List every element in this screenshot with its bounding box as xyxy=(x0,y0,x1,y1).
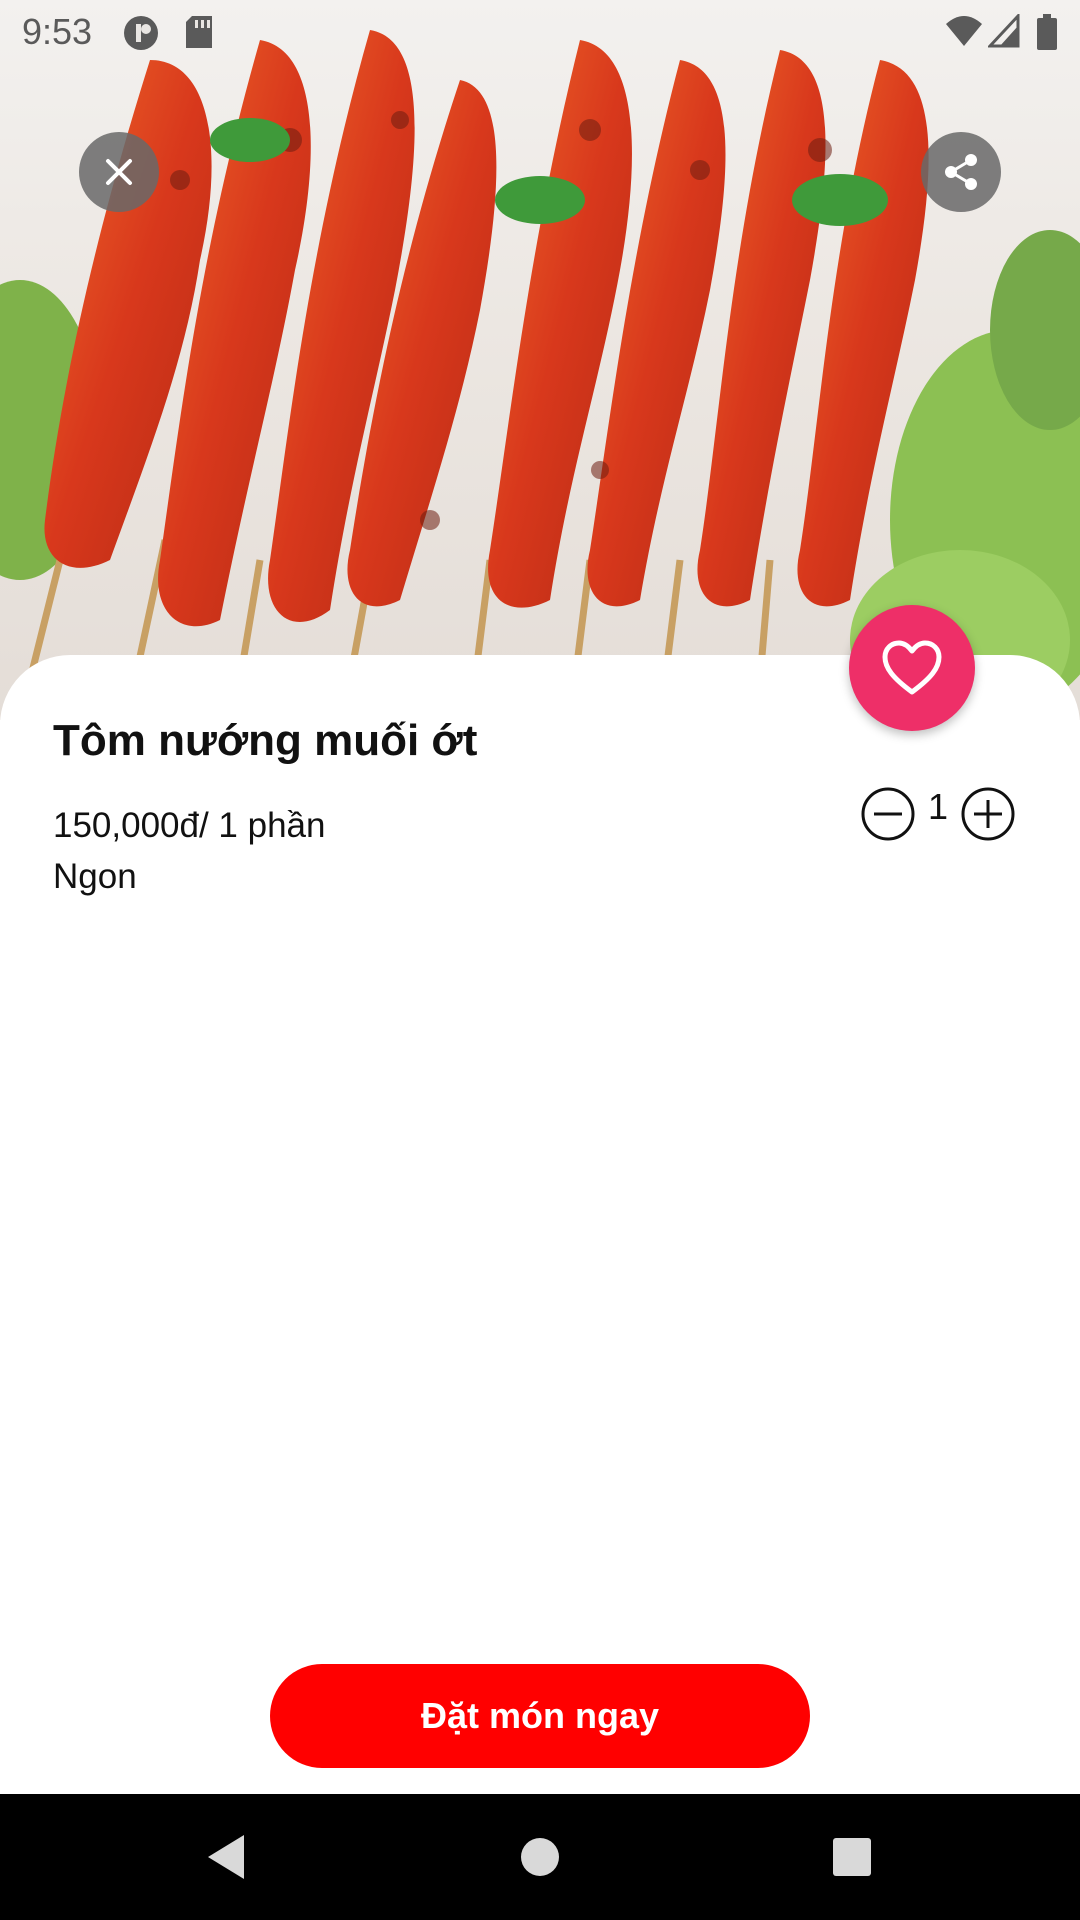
status-bar: 9:53 xyxy=(0,0,1080,62)
product-description: Ngon xyxy=(53,857,137,896)
recents-icon[interactable] xyxy=(824,1829,880,1885)
close-button[interactable] xyxy=(79,132,159,212)
product-price: 150,000đ/ 1 phần xyxy=(53,806,326,845)
home-icon[interactable] xyxy=(512,1829,568,1885)
app-notification-icon xyxy=(124,16,158,50)
cellular-signal-icon xyxy=(988,14,1020,48)
sd-card-icon xyxy=(186,16,212,48)
system-navigation-bar xyxy=(0,1794,1080,1920)
quantity-value: 1 xyxy=(927,786,949,827)
plus-circle-icon[interactable] xyxy=(960,786,1016,842)
wifi-icon xyxy=(946,16,982,46)
status-time: 9:53 xyxy=(22,11,93,52)
heart-icon xyxy=(882,640,942,695)
battery-icon xyxy=(1037,14,1057,50)
share-icon xyxy=(945,154,977,190)
order-now-button[interactable]: Đặt món ngay xyxy=(270,1664,810,1768)
back-icon[interactable] xyxy=(200,1829,256,1885)
favorite-button[interactable] xyxy=(849,605,975,731)
close-icon xyxy=(106,159,132,185)
share-button[interactable] xyxy=(921,132,1001,212)
product-name: Tôm nướng muối ớt xyxy=(53,716,478,765)
minus-circle-icon[interactable] xyxy=(860,786,916,842)
